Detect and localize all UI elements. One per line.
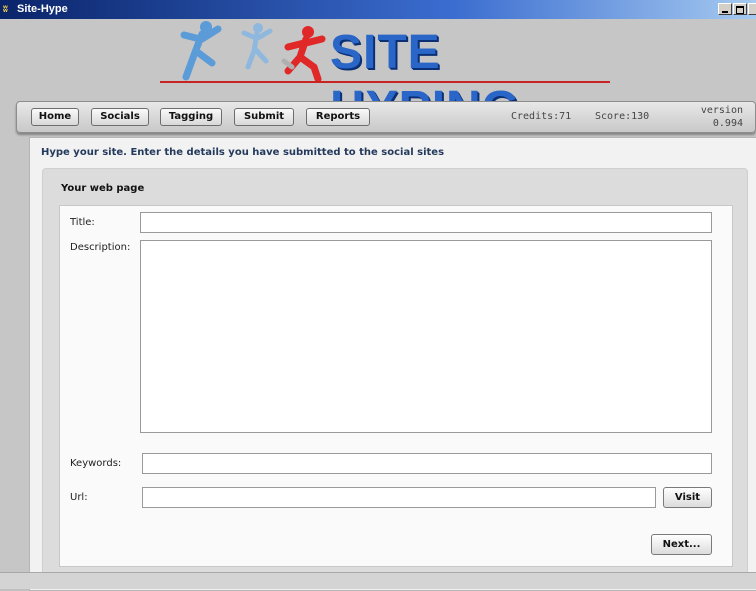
app-logo-icon: ʬ bbox=[3, 4, 8, 14]
card-title: Your web page bbox=[61, 183, 145, 194]
version-number: 0.994 bbox=[712, 118, 743, 129]
main-content: Hype your site. Enter the details you ha… bbox=[29, 137, 756, 591]
visit-button[interactable]: Visit bbox=[663, 487, 712, 508]
url-input[interactable] bbox=[142, 487, 656, 508]
title-label: Title: bbox=[70, 217, 95, 228]
status-strip bbox=[0, 572, 756, 589]
version-label: version bbox=[700, 105, 743, 116]
logo-underline bbox=[160, 81, 610, 83]
running-figure-blue-icon bbox=[180, 21, 222, 81]
score-readout: Score:130 bbox=[595, 111, 650, 122]
credits-readout: Credits:71 bbox=[511, 111, 572, 122]
nav-home-button[interactable]: Home bbox=[31, 108, 79, 126]
banner: SITE HYPING bbox=[160, 19, 620, 135]
nav-tagging-button[interactable]: Tagging bbox=[160, 108, 222, 126]
maximize-button[interactable] bbox=[733, 3, 747, 15]
web-page-card: Your web page Title: Description: Keywor… bbox=[42, 168, 748, 588]
minimize-button[interactable] bbox=[718, 3, 732, 15]
keywords-label: Keywords: bbox=[70, 458, 122, 469]
close-button[interactable] bbox=[748, 3, 756, 15]
nav-bar: Home Socials Tagging Submit Reports Cred… bbox=[16, 101, 756, 133]
running-figure-red-icon bbox=[281, 26, 326, 83]
description-label: Description: bbox=[70, 242, 131, 253]
window-title-bar: ʬ Site-Hype bbox=[0, 0, 756, 19]
next-button[interactable]: Next... bbox=[651, 534, 712, 555]
nav-socials-button[interactable]: Socials bbox=[91, 108, 149, 126]
form-panel: Title: Description: Keywords: Url: Visit… bbox=[59, 205, 733, 567]
version-info: version 0.994 bbox=[701, 104, 743, 130]
nav-reports-button[interactable]: Reports bbox=[306, 108, 370, 126]
intro-text: Hype your site. Enter the details you ha… bbox=[41, 147, 445, 158]
nav-submit-button[interactable]: Submit bbox=[234, 108, 294, 126]
keywords-input[interactable] bbox=[142, 453, 712, 474]
running-figure-blue-icon bbox=[241, 23, 273, 70]
title-input[interactable] bbox=[140, 212, 712, 233]
description-textarea[interactable] bbox=[140, 240, 712, 433]
window-title: Site-Hype bbox=[17, 3, 68, 15]
url-label: Url: bbox=[70, 492, 88, 503]
app-area: SITE HYPING Home Socials Tagging Submit … bbox=[0, 19, 756, 591]
